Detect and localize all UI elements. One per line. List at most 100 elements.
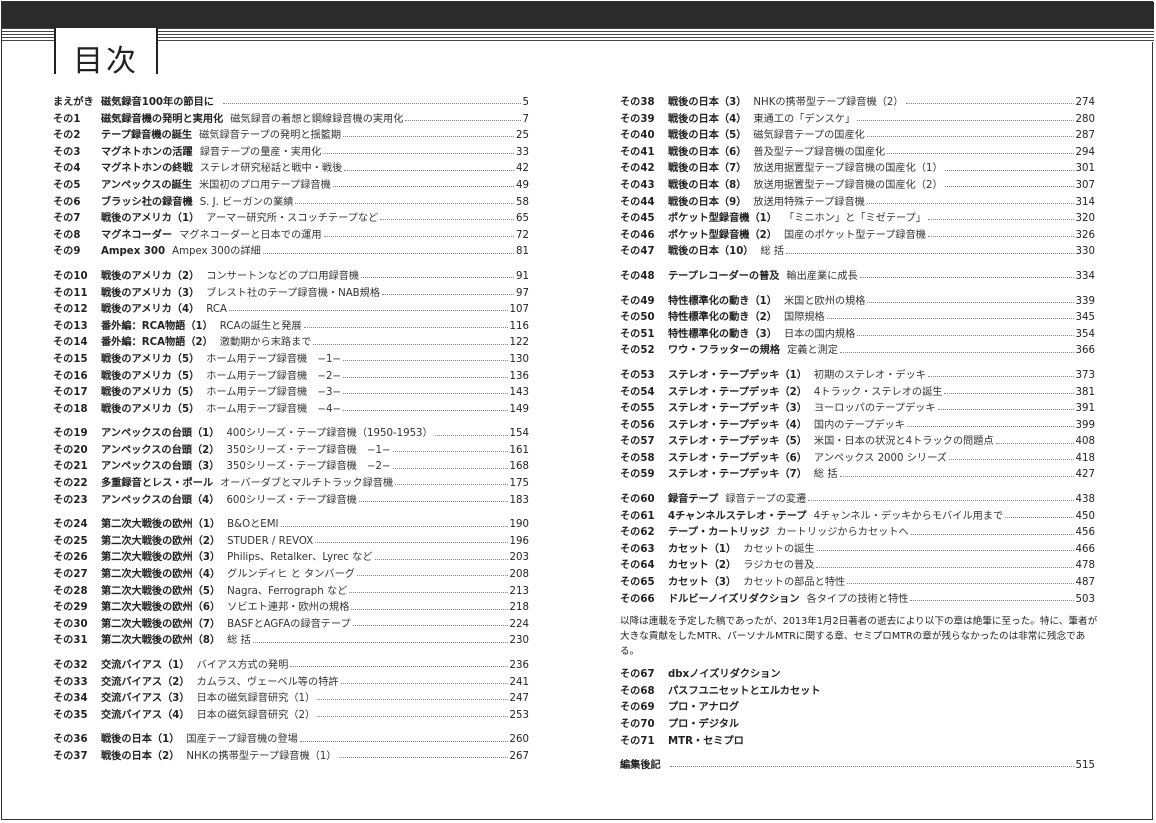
toc-entry[interactable]: その16 戦後のアメリカ（5） ホーム用テープ録音機 −2− 136 (53, 369, 529, 386)
toc-entry[interactable]: その18 戦後のアメリカ（5） ホーム用テープ録音機 −4− 149 (53, 402, 529, 419)
toc-entry[interactable]: その35 交流バイアス（4） 日本の磁気録音研究（2） 253 (53, 708, 529, 725)
toc-entry[interactable]: その55 ステレオ・テープデッキ（3） ヨーロッパのテープデッキ 391 (620, 401, 1095, 418)
toc-entry[interactable]: その15 戦後のアメリカ（5） ホーム用テープ録音機 −1− 130 (53, 352, 529, 369)
toc-entry[interactable]: その39 戦後の日本（4） 東通工の「デンスケ」 280 (620, 112, 1095, 129)
toc-entry-afterword[interactable]: 編集後記 515 (620, 758, 1095, 775)
toc-entry[interactable]: その67 dbxノイズリダクション (620, 667, 1095, 684)
page-number: 168 (509, 461, 529, 473)
toc-entry[interactable]: その61 4チャンネルステレオ・テープ 4チャンネル・デッキからモバイル用まで 450 (620, 509, 1095, 526)
toc-entry[interactable]: その64 カセット（2） ラジカセの普及 478 (620, 558, 1095, 575)
page-number: 7 (522, 113, 529, 125)
toc-entry[interactable]: その12 戦後のアメリカ（4） RCA 107 (53, 302, 529, 319)
toc-entry[interactable]: その26 第二次大戦後の欧州（3） Philips、Retalker、Lyrec な… (53, 550, 529, 567)
toc-entry[interactable]: その69 プロ・アナログ (620, 700, 1095, 717)
toc-entry[interactable]: その38 戦後の日本（3） NHKの携帯型テープ録音機（2） 274 (620, 95, 1095, 112)
chapter-subtitle: 国産のポケット型テープ録音機 (783, 229, 926, 241)
toc-entry[interactable]: その62 テープ・カートリッジ カートリッジからカセットへ 456 (620, 525, 1095, 542)
toc-entry[interactable]: その56 ステレオ・テープデッキ（4） 国内のテープデッキ 399 (620, 418, 1095, 435)
toc-entry[interactable]: その34 交流バイアス（3） 日本の磁気録音研究（1） 247 (53, 691, 529, 708)
chapter-title: 番外編：RCA物語（2） (101, 337, 213, 349)
toc-entry[interactable]: その51 特性標準化の動き（3） 日本の国内規格 354 (620, 327, 1095, 344)
chapter-number: その54 (620, 386, 655, 398)
toc-entry[interactable]: その20 アンペックスの台頭（2） 350シリーズ・テープ録音機 −1− 161 (53, 443, 529, 460)
toc-entry[interactable]: その46 ポケット型録音機（2） 国産のポケット型テープ録音機 326 (620, 228, 1095, 245)
toc-entry[interactable]: その30 第二次大戦後の欧州（7） BASFとAGFAの録音テープ 224 (53, 617, 529, 634)
toc-entry[interactable]: その13 番外編：RCA物語（1） RCAの誕生と発展 116 (53, 319, 529, 336)
toc-entry[interactable]: その11 戦後のアメリカ（3） ブレスト社のテープ録音機・NAB規格 97 (53, 286, 529, 303)
toc-entry[interactable]: その63 カセット（1） カセットの誕生 466 (620, 542, 1095, 559)
leader-dots (944, 169, 1074, 171)
toc-entry[interactable]: その22 多重録音とレス・ポール オーバーダブとマルチトラック録音機 175 (53, 476, 529, 493)
chapter-number: その34 (53, 693, 88, 705)
toc-entry[interactable]: その17 戦後のアメリカ（5） ホーム用テープ録音機 −3− 143 (53, 385, 529, 402)
toc-entry[interactable]: その14 番外編：RCA物語（2） 激動期から末路まで 122 (53, 335, 529, 352)
toc-entry[interactable]: その7 戦後のアメリカ（1） アーマー研究所・スコッチテープなど 65 (53, 211, 529, 228)
chapter-number: その17 (53, 387, 88, 399)
toc-entry[interactable]: その37 戦後の日本（2） NHKの携帯型テープ録音機（1） 267 (53, 749, 529, 766)
toc-entry[interactable]: その43 戦後の日本（8） 放送用据置型テープ録音機の国産化（2） 307 (620, 178, 1095, 195)
toc-entry[interactable]: その65 カセット（3） カセットの部品と特性 487 (620, 575, 1095, 592)
chapter-subtitle: RCAの誕生と発展 (219, 320, 302, 332)
toc-entry[interactable]: その66 ドルビーノイズリダクション 各タイプの技術と特性 503 (620, 592, 1095, 609)
toc-entry[interactable]: その5 アンペックスの誕生 米国初のプロ用テープ録音機 49 (53, 178, 529, 195)
leader-dots (839, 475, 1074, 477)
toc-entry[interactable]: その3 マグネトホンの活躍 録音テープの量産・実用化 33 (53, 145, 529, 162)
toc-entry[interactable]: その68 パスフユニセットとエルカセット (620, 684, 1095, 701)
toc-entry[interactable]: その45 ポケット型録音機（1） 「ミニホン」と「ミゼテープ」 320 (620, 211, 1095, 228)
toc-entry[interactable]: その42 戦後の日本（7） 放送用据置型テープ録音機の国産化（1） 301 (620, 161, 1095, 178)
toc-entry[interactable]: その10 戦後のアメリカ（2） コンサートンなどのプロ用録音機 91 (53, 269, 529, 286)
chapter-subtitle: グルンディヒ と タンバーグ (227, 569, 355, 581)
leader-dots (361, 276, 515, 279)
chapter-title: ステレオ・テープデッキ（2） (668, 386, 807, 398)
chapter-subtitle: アーマー研究所・スコッチテープなど (206, 213, 379, 225)
toc-entry[interactable]: その48 テープレコーダーの普及 輸出産業に成長 334 (620, 269, 1095, 286)
toc-entry[interactable]: その27 第二次大戦後の欧州（4） グルンディヒ と タンバーグ 208 (53, 567, 529, 584)
toc-entry[interactable]: その32 交流バイアス（1） バイアス方式の発明 236 (53, 658, 529, 675)
toc-entry[interactable]: その47 戦後の日本（10） 総 括 330 (620, 244, 1095, 261)
toc-entry[interactable]: その2 テープ録音機の誕生 磁気録音テープの発明と揺籃期 25 (53, 128, 529, 145)
toc-entry[interactable]: その58 ステレオ・テープデッキ（6） アンペックス 2000 シリーズ 418 (620, 451, 1095, 468)
toc-entry[interactable]: その40 戦後の日本（5） 磁気録音テープの国産化 287 (620, 128, 1095, 145)
toc-entry[interactable]: その53 ステレオ・テープデッキ（1） 初期のステレオ・デッキ 373 (620, 368, 1095, 385)
toc-entry[interactable]: その57 ステレオ・テープデッキ（5） 米国・日本の状況と4トラックの問題点 408 (620, 434, 1095, 451)
page-number: 218 (509, 602, 529, 614)
page-number: 203 (509, 552, 529, 564)
toc-entry[interactable]: その50 特性標準化の動き（2） 国際規格 345 (620, 310, 1095, 327)
chapter-title: 第二次大戦後の欧州（6） (101, 602, 221, 614)
toc-entry[interactable]: その60 録音テープ 録音テープの変遷 438 (620, 492, 1095, 509)
chapter-title: 戦後の日本（1） (101, 734, 180, 746)
toc-entry[interactable]: その31 第二次大戦後の欧州（8） 総 括 230 (53, 633, 529, 650)
chapter-number: その6 (53, 196, 81, 208)
chapter-title: ポケット型録音機（2） (668, 229, 777, 241)
toc-entry[interactable]: その24 第二次大戦後の欧州（1） B&OとEMI 190 (53, 517, 529, 534)
chapter-number: その36 (53, 734, 88, 746)
toc-entry[interactable]: まえがき 磁気録音100年の節目に 5 (53, 95, 529, 112)
toc-entry[interactable]: その59 ステレオ・テープデッキ（7） 総 括 427 (620, 467, 1095, 484)
toc-entry[interactable]: その36 戦後の日本（1） 国産テープ録音機の登場 260 (53, 732, 529, 749)
toc-entry[interactable]: その4 マグネトホンの終戦 ステレオ研究秘話と戦中・戦後 42 (53, 161, 529, 178)
toc-entry[interactable]: その8 マグネコーダー マグネコーダーと日本での運用 72 (53, 228, 529, 245)
chapter-number: その42 (620, 163, 655, 175)
toc-entry[interactable]: その54 ステレオ・テープデッキ（2） 4トラック・ステレオの誕生 381 (620, 385, 1095, 402)
toc-entry[interactable]: その49 特性標準化の動き（1） 米国と欧州の規格 339 (620, 294, 1095, 311)
toc-entry[interactable]: その1 磁気録音機の発明と実用化 磁気録音の着想と鋼線録音機の実用化 7 (53, 112, 529, 129)
toc-entry[interactable]: その9 Ampex 300 Ampex 300の詳細 81 (53, 244, 529, 261)
page-number: 175 (509, 478, 529, 490)
chapter-number: その46 (620, 229, 655, 241)
toc-entry[interactable]: その41 戦後の日本（6） 普及型テープ録音機の国産化 294 (620, 145, 1095, 162)
chapter-number: その33 (53, 676, 88, 688)
toc-entry[interactable]: その25 第二次大戦後の欧州（2） STUDER / REVOX 196 (53, 534, 529, 551)
toc-entry[interactable]: その44 戦後の日本（9） 放送用特殊テープ録音機 314 (620, 195, 1095, 212)
toc-entry[interactable]: その23 アンペックスの台頭（4） 600シリーズ・テープ録音機 183 (53, 493, 529, 510)
toc-entry[interactable]: その70 プロ・デジタル (620, 717, 1095, 734)
toc-entry[interactable]: その71 MTR・セミプロ (620, 734, 1095, 751)
toc-entry[interactable]: その6 ブラッシ社の録音機 S. J. ビーガンの業績 58 (53, 195, 529, 212)
toc-entry[interactable]: その52 ワウ・フラッターの規格 定義と測定 366 (620, 343, 1095, 360)
toc-entry[interactable]: その21 アンペックスの台頭（3） 350シリーズ・テープ録音機 −2− 168 (53, 459, 529, 476)
chapter-number: その1 (53, 113, 81, 125)
toc-entry[interactable]: その33 交流バイアス（2） カムラス、ヴェーベル等の特許 241 (53, 675, 529, 692)
toc-entry[interactable]: その19 アンペックスの台頭（1） 400シリーズ・テープ録音機（1950-1953… (53, 426, 529, 443)
chapter-title: 第二次大戦後の欧州（5） (101, 585, 221, 597)
toc-entry[interactable]: その29 第二次大戦後の欧州（6） ソビエト連邦・欧州の規格 218 (53, 600, 529, 617)
toc-entry[interactable]: その28 第二次大戦後の欧州（5） Nagra、Ferrograph など 213 (53, 584, 529, 601)
